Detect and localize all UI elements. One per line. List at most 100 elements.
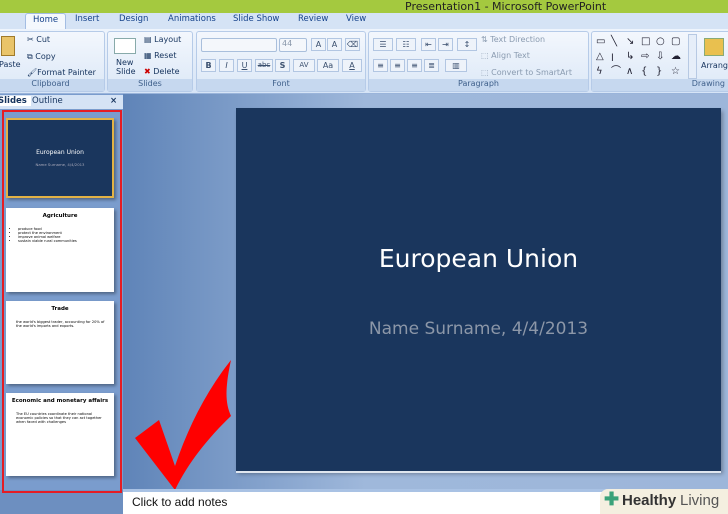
shape-option[interactable]: ϟ <box>596 64 611 79</box>
align-text-icon: ⬚ <box>481 51 492 60</box>
strikethrough-button[interactable]: abc <box>255 59 273 72</box>
shape-option[interactable]: ╲ <box>611 34 626 49</box>
clipboard-label: Clipboard <box>0 79 104 91</box>
paragraph-label: Paragraph <box>369 79 588 91</box>
tab-view[interactable]: View <box>346 14 366 24</box>
shape-option[interactable]: ↳ <box>626 49 641 64</box>
slides-group: New Slide ▤ Layout ▦ Reset ✖ Delete Slide… <box>107 31 193 92</box>
align-left-button[interactable]: ≡ <box>373 59 388 72</box>
clear-format-button[interactable]: ⌫ <box>345 38 360 51</box>
italic-button[interactable]: I <box>219 59 234 72</box>
slide-subtitle[interactable]: Name Surname, 4/4/2013 <box>236 319 721 339</box>
current-slide[interactable]: European Union Name Surname, 4/4/2013 <box>236 108 721 471</box>
columns-button[interactable]: ▥ <box>445 59 467 72</box>
layout-button[interactable]: ▤ Layout <box>144 35 181 44</box>
layout-icon: ▤ <box>144 35 155 44</box>
text-direction-button[interactable]: ⇅ Text Direction <box>481 35 545 44</box>
cut-button[interactable]: ✂ Cut <box>27 35 50 44</box>
align-center-button[interactable]: ≡ <box>390 59 405 72</box>
tab-slide-show[interactable]: Slide Show <box>233 14 279 24</box>
copy-button[interactable]: ⧉ Copy <box>27 52 56 62</box>
reset-icon: ▦ <box>144 51 155 60</box>
paste-button[interactable]: Paste <box>0 60 21 69</box>
new-slide-button[interactable]: New Slide <box>116 58 136 76</box>
shadow-button[interactable]: S <box>275 59 290 72</box>
slides-label: Slides <box>108 79 192 91</box>
new-slide-icon <box>114 38 136 54</box>
ribbon-tabs: Home Insert Design Animations Slide Show… <box>0 13 728 29</box>
font-group: 44 A A ⌫ B I U abc S AV Aa A Font <box>196 31 366 92</box>
delete-button[interactable]: ✖ Delete <box>144 67 180 76</box>
shape-option[interactable]: □ <box>641 34 656 49</box>
tab-slides[interactable]: Slides <box>0 96 31 106</box>
change-case-button[interactable]: Aa <box>317 59 339 72</box>
tab-animations[interactable]: Animations <box>168 14 216 24</box>
shape-option[interactable]: ꞁ <box>611 49 626 64</box>
smartart-icon: ⬚ <box>481 68 492 77</box>
highlight-box <box>2 110 122 493</box>
font-name-select[interactable] <box>201 38 277 52</box>
shape-option[interactable]: ↘ <box>626 34 641 49</box>
shape-option[interactable]: ▢ <box>671 34 686 49</box>
align-text-button[interactable]: ⬚ Align Text <box>481 51 530 60</box>
paste-icon <box>1 36 15 56</box>
notes-placeholder: Click to add notes <box>132 495 228 509</box>
shape-option[interactable]: ⇩ <box>656 49 671 64</box>
numbering-button[interactable]: ☷ <box>396 38 416 51</box>
shrink-font-button[interactable]: A <box>327 38 342 51</box>
shape-option[interactable]: } <box>656 64 671 79</box>
slide-title[interactable]: European Union <box>236 244 721 273</box>
reset-button[interactable]: ▦ Reset <box>144 51 176 60</box>
increase-indent-button[interactable]: ⇥ <box>438 38 453 51</box>
close-panel-icon[interactable]: × <box>110 96 117 106</box>
justify-button[interactable]: ≣ <box>424 59 439 72</box>
char-spacing-button[interactable]: AV <box>293 59 315 72</box>
line-spacing-button[interactable]: ↕ <box>457 38 477 51</box>
brush-icon: 🖌 <box>27 68 38 77</box>
tab-home[interactable]: Home <box>25 13 67 29</box>
plus-icon: ✚ <box>604 489 620 509</box>
drawing-group: ▭╲↘□○▢ △ꞁ↳⇨⇩☁ ϟ⌒∧{}☆ Arrange Drawing <box>591 31 728 92</box>
watermark-logo: ✚ Healthy Living <box>600 489 728 514</box>
shape-option[interactable]: ☁ <box>671 49 686 64</box>
shape-option[interactable]: △ <box>596 49 611 64</box>
bullets-button[interactable]: ☰ <box>373 38 393 51</box>
align-right-button[interactable]: ≡ <box>407 59 422 72</box>
shape-option[interactable]: ⇨ <box>641 49 656 64</box>
drawing-label: Drawing <box>592 79 728 91</box>
bold-button[interactable]: B <box>201 59 216 72</box>
underline-button[interactable]: U <box>237 59 252 72</box>
shapes-gallery[interactable]: ▭ ╲ ↘ □ ○ ▢ △ ꞁ ↳ ⇨ ⇩ ☁ ϟ ⌒ ∧{} ☆ <box>596 34 686 79</box>
watermark-word1: Healthy <box>622 492 677 509</box>
shape-option[interactable]: ▭ <box>596 34 611 49</box>
text-direction-icon: ⇅ <box>481 35 491 44</box>
smartart-button[interactable]: ⬚ Convert to SmartArt <box>481 68 572 77</box>
scissors-icon: ✂ <box>27 35 37 44</box>
tab-review[interactable]: Review <box>298 14 328 24</box>
tab-design[interactable]: Design <box>119 14 148 24</box>
shape-option[interactable]: ∧ <box>626 64 641 79</box>
format-painter-button[interactable]: 🖌Format Painter <box>27 68 96 77</box>
title-bar: Presentation1 - Microsoft PowerPoint <box>0 0 728 13</box>
tab-insert[interactable]: Insert <box>75 14 99 24</box>
grow-font-button[interactable]: A <box>311 38 326 51</box>
shape-option[interactable]: ○ <box>656 34 671 49</box>
checkmark-icon <box>135 360 231 490</box>
shape-option[interactable]: ⌒ <box>611 64 626 79</box>
font-size-select[interactable]: 44 <box>279 38 307 52</box>
ribbon: Paste ✂ Cut ⧉ Copy 🖌Format Painter Clipb… <box>0 29 728 94</box>
shape-option[interactable]: ☆ <box>671 64 686 79</box>
font-label: Font <box>197 79 365 91</box>
decrease-indent-button[interactable]: ⇤ <box>421 38 436 51</box>
delete-icon: ✖ <box>144 67 154 76</box>
watermark-word2: Living <box>680 492 720 509</box>
font-color-button[interactable]: A <box>342 59 362 72</box>
gallery-scroll[interactable] <box>688 34 697 79</box>
arrange-button[interactable]: Arrange <box>701 61 728 70</box>
shape-option[interactable]: { <box>641 64 656 79</box>
paragraph-group: ☰ ☷ ⇤ ⇥ ↕ ≡ ≡ ≡ ≣ ▥ ⇅ Text Direction ⬚ A… <box>368 31 589 92</box>
arrange-icon <box>704 38 724 56</box>
window-title: Presentation1 - Microsoft PowerPoint <box>405 0 607 13</box>
tab-outline[interactable]: Outline <box>32 96 63 106</box>
panel-tabs: Slides Outline × <box>0 95 123 109</box>
